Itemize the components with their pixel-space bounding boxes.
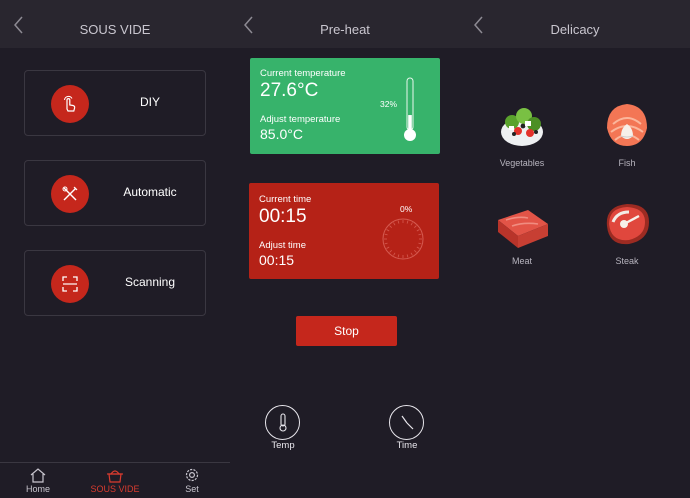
salad-icon: [501, 108, 543, 146]
menu-item-scanning[interactable]: Scanning: [24, 250, 206, 316]
food-item-label: Vegetables: [499, 158, 545, 168]
adjust-temperature-value[interactable]: 85.0°C: [260, 126, 303, 142]
page-title: Delicacy: [550, 22, 600, 37]
salmon-icon: [607, 104, 647, 146]
dial-tick: [416, 246, 420, 249]
dial-tick: [406, 220, 409, 224]
menu-item-label: Automatic: [123, 185, 177, 199]
dial-tick: [414, 250, 417, 253]
page-title: Pre-heat: [320, 22, 370, 37]
current-time-value: 00:15: [259, 206, 307, 227]
food-item-label: Meat: [511, 256, 532, 266]
clock-icon: [401, 415, 414, 430]
time-card: Current time 00:15 Adjust time 00:15 0%: [249, 183, 439, 279]
current-temperature-label: Current temperature: [260, 68, 346, 79]
food-item-label: Fish: [618, 158, 636, 168]
steak-icon: [606, 204, 649, 245]
hand-touch-icon: [51, 85, 89, 123]
dial-tick: [406, 254, 409, 258]
adjust-time-label: Adjust time: [259, 240, 306, 251]
dial-tick: [397, 220, 400, 224]
header-bar: SOUS VIDE: [0, 0, 230, 48]
food-item-fish[interactable]: Fish: [587, 98, 667, 168]
menu-item-diy[interactable]: DIY: [24, 70, 206, 136]
delicacy-panel: Delicacy Vegetables Fish Meat Steak: [460, 0, 690, 498]
dial-tick: [410, 252, 413, 256]
header-bar: Pre-heat: [230, 0, 460, 48]
tab-sous-vide[interactable]: SOUS VIDE: [80, 467, 150, 494]
page-title: SOUS VIDE: [79, 22, 151, 37]
dial-tick: [384, 242, 388, 245]
thermometer-gauge-icon: [404, 77, 416, 141]
dial-tick: [386, 229, 390, 232]
tab-label: SOUS VIDE: [90, 484, 140, 494]
dial-tick: [393, 222, 396, 226]
time-progress-label: 0%: [400, 204, 413, 214]
current-time-label: Current time: [259, 194, 312, 205]
adjust-time-value[interactable]: 00:15: [259, 252, 294, 268]
stop-button[interactable]: Stop: [296, 316, 397, 346]
food-item-meat[interactable]: Meat: [482, 202, 562, 266]
dial-tick: [418, 242, 422, 245]
dial-tick: [389, 250, 392, 253]
scan-icon: [51, 265, 89, 303]
dial-tick: [416, 229, 420, 232]
dial-tick: [389, 225, 392, 228]
menu-item-automatic[interactable]: Automatic: [24, 160, 206, 226]
header-bar: Delicacy: [460, 0, 690, 48]
dial-tick: [384, 233, 388, 236]
thermometer-icon: [279, 413, 287, 432]
food-item-label: Steak: [615, 256, 639, 266]
home-icon: [30, 468, 46, 483]
meat-icon: [498, 210, 548, 248]
gear-icon: [185, 468, 199, 482]
current-temperature-value: 27.6°C: [260, 80, 319, 101]
sous-vide-panel: SOUS VIDE DIY Automatic Scanning Home SO…: [0, 0, 230, 498]
dial-tick: [414, 225, 417, 228]
time-control-button[interactable]: [389, 405, 425, 440]
bottom-tab-bar: Home SOUS VIDE Set: [0, 462, 230, 498]
dial-tick: [418, 233, 422, 236]
menu-item-label: DIY: [139, 95, 160, 109]
tab-label: Home: [25, 484, 50, 494]
tab-label: Set: [185, 484, 199, 494]
time-control-label: Time: [396, 440, 418, 451]
dial-tick: [397, 254, 400, 258]
adjust-temperature-label: Adjust temperature: [260, 114, 341, 125]
temperature-progress-label: 32%: [380, 99, 398, 109]
temperature-card: Current temperature 27.6°C Adjust temper…: [250, 58, 440, 154]
menu-item-label: Scanning: [124, 275, 176, 289]
tab-set[interactable]: Set: [157, 467, 227, 494]
food-item-steak[interactable]: Steak: [587, 200, 667, 266]
temp-control-label: Temp: [271, 440, 295, 451]
timer-dial-icon: [382, 218, 424, 260]
preheat-panel: Pre-heat Current temperature 27.6°C Adju…: [230, 0, 460, 498]
dial-tick: [410, 222, 413, 226]
temp-control-button[interactable]: [265, 405, 301, 440]
dial-tick: [386, 246, 390, 249]
utensils-icon: [51, 175, 89, 213]
dial-tick: [393, 252, 396, 256]
food-item-vegetables[interactable]: Vegetables: [482, 98, 562, 168]
pot-icon: [107, 470, 123, 483]
tab-home[interactable]: Home: [3, 467, 73, 494]
